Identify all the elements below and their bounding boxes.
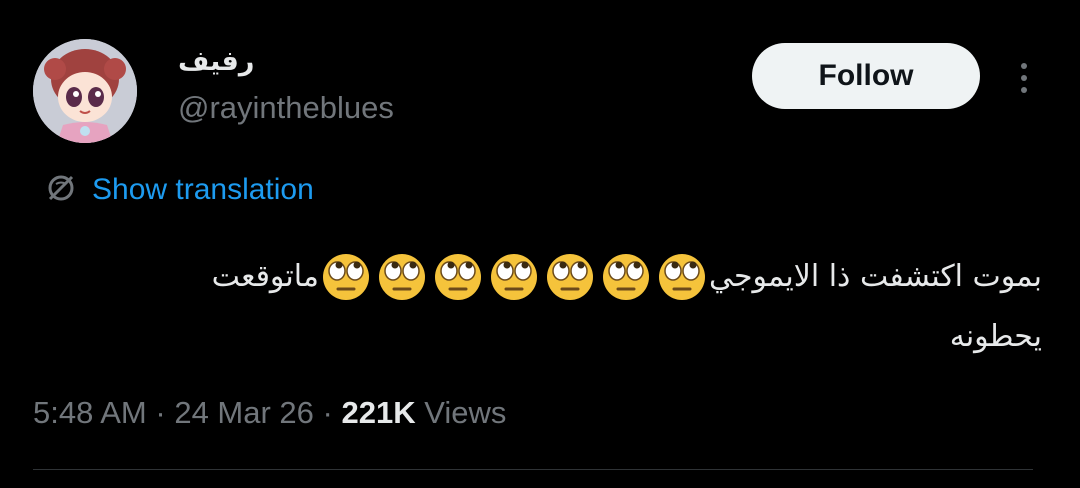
face-with-rolling-eyes-icon xyxy=(435,254,481,300)
meta-separator: · xyxy=(155,395,166,430)
tweet-line-1: بموت اكتشفت ذا الايموجي ماتوقعت xyxy=(42,247,1042,307)
emoji-group xyxy=(321,252,707,302)
views-count: 221K xyxy=(341,395,416,430)
show-translation-label: Show translation xyxy=(92,173,314,206)
face-with-rolling-eyes-icon xyxy=(491,254,537,300)
tweet-meta: 5:48 AM · 24 Mar 26 · 221K Views xyxy=(33,393,506,433)
meta-separator: · xyxy=(322,395,333,430)
face-with-rolling-eyes-icon xyxy=(547,254,593,300)
follow-button[interactable]: Follow xyxy=(752,43,980,109)
tweet-date[interactable]: 24 Mar 26 xyxy=(174,395,314,430)
divider xyxy=(33,469,1033,470)
more-options-icon[interactable] xyxy=(1006,55,1042,101)
tweet-line-2: يحطونه xyxy=(42,307,1042,367)
face-with-rolling-eyes-icon xyxy=(603,254,649,300)
avatar[interactable] xyxy=(33,39,137,143)
tweet-text-line2: يحطونه xyxy=(949,319,1042,354)
face-with-rolling-eyes-icon xyxy=(659,254,705,300)
translate-globe-icon xyxy=(44,171,78,210)
tweet-text-end: ماتوقعت xyxy=(211,259,319,294)
user-handle[interactable]: @rayintheblues xyxy=(178,88,394,128)
face-with-rolling-eyes-icon xyxy=(323,254,369,300)
tweet-time[interactable]: 5:48 AM xyxy=(33,395,147,430)
show-translation-link[interactable]: Show translation xyxy=(44,170,314,210)
tweet-text-start: بموت اكتشفت ذا الايموجي xyxy=(709,259,1042,294)
tweet-text: بموت اكتشفت ذا الايموجي ماتوقعت يحطونه xyxy=(42,247,1042,367)
face-with-rolling-eyes-icon xyxy=(379,254,425,300)
display-name[interactable]: رفيف xyxy=(178,44,254,80)
views-label: Views xyxy=(424,395,507,430)
